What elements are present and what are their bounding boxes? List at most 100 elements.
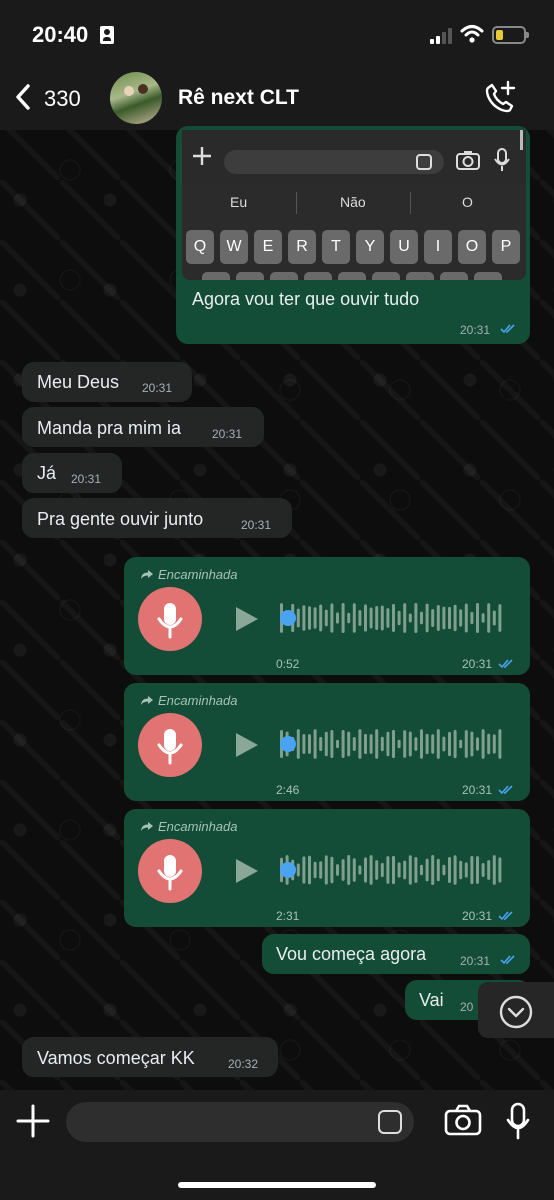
waveform-bar	[324, 609, 328, 627]
waveform-bar	[330, 856, 334, 884]
scroll-to-bottom-button[interactable]	[478, 982, 554, 1038]
contact-card-icon	[100, 26, 114, 44]
status-time: 20:40	[32, 22, 89, 47]
waveform-bar	[492, 855, 496, 885]
waveform-bar	[386, 731, 390, 757]
screenshot-scroll-thumb	[520, 130, 523, 150]
key: Y	[356, 230, 384, 264]
play-icon[interactable]	[236, 733, 258, 757]
waveform-bar	[347, 855, 351, 885]
waveform-bar	[358, 865, 362, 875]
waveform-bar	[330, 729, 334, 759]
waveform-bar	[375, 860, 379, 880]
waveform-bar	[459, 739, 463, 749]
suggestion-3: O	[462, 194, 473, 210]
message-text: Vai	[419, 990, 444, 1010]
waveform-bar	[336, 612, 339, 624]
voice-message[interactable]: Encaminhada 2:31 20:31	[124, 809, 530, 927]
waveform-bar	[487, 860, 491, 880]
read-ticks-icon	[500, 324, 515, 334]
waveform-bar	[313, 607, 317, 629]
play-icon[interactable]	[236, 607, 258, 631]
waveform-bar	[336, 864, 339, 876]
waveform-bar	[319, 604, 323, 632]
waveform-bar	[308, 855, 311, 885]
forward-arrow-icon	[141, 696, 153, 705]
waveform-bar	[397, 739, 401, 749]
waveform-bar	[403, 730, 407, 758]
message-input[interactable]	[66, 1102, 414, 1142]
playback-position-dot[interactable]	[280, 862, 296, 878]
contact-name[interactable]: Rê next CLT	[178, 86, 299, 110]
waveform-bar	[453, 604, 457, 632]
waveform-bar	[453, 855, 457, 885]
waveform[interactable]	[280, 727, 506, 761]
avatar[interactable]	[110, 72, 162, 124]
waveform-bar	[459, 609, 463, 627]
camera-icon[interactable]	[444, 1104, 482, 1136]
playback-position-dot[interactable]	[280, 610, 296, 626]
screenshot-text-field	[224, 150, 444, 174]
key-row-2	[440, 272, 468, 280]
waveform-bar	[296, 863, 300, 877]
waveform-bar	[442, 736, 446, 752]
waveform-bar	[403, 603, 407, 633]
waveform-bar	[498, 604, 502, 632]
waveform-bar	[392, 603, 395, 633]
waveform-bar	[358, 610, 362, 626]
plus-icon[interactable]	[16, 1104, 50, 1138]
waveform-bar	[464, 603, 468, 633]
waveform-bar	[464, 862, 468, 878]
voice-message[interactable]: Encaminhada 2:46 20:31	[124, 683, 530, 801]
waveform-bar	[352, 858, 356, 882]
sticker-icon[interactable]	[378, 1110, 402, 1134]
waveform-bar	[481, 613, 485, 623]
keyboard-screenshot-image[interactable]: Eu Não O Q W E R T Y U I O P	[182, 130, 526, 280]
waveform[interactable]	[280, 601, 506, 635]
screenshot-input-bar	[182, 130, 526, 184]
playback-position-dot[interactable]	[280, 736, 296, 752]
waveform-bar	[492, 610, 496, 626]
waveform-bar	[498, 857, 502, 883]
message-time: 20:31	[142, 381, 173, 395]
waveform-bar	[347, 731, 351, 757]
key: W	[220, 230, 248, 264]
microphone-icon[interactable]	[506, 1102, 530, 1140]
waveform-bar	[481, 862, 485, 878]
suggestion-divider	[296, 192, 297, 214]
waveform-bar	[369, 855, 373, 885]
waveform-bar	[448, 606, 451, 630]
voice-avatar	[138, 587, 202, 651]
forwarded-label: Encaminhada	[141, 819, 238, 834]
waveform-bar	[453, 729, 457, 759]
waveform-bar	[436, 729, 440, 759]
waveform-bar	[375, 605, 379, 631]
waveform[interactable]	[280, 853, 506, 887]
key: E	[254, 230, 282, 264]
plus-icon	[193, 147, 211, 165]
forward-arrow-icon	[141, 822, 153, 831]
cellular-signal-icon	[430, 28, 454, 44]
waveform-bar	[336, 739, 339, 749]
message-time: 20:31	[460, 954, 491, 968]
waveform-bar	[352, 737, 356, 751]
add-call-icon[interactable]	[482, 80, 518, 116]
waveform-bar	[431, 855, 435, 885]
waveform-bar	[442, 864, 446, 876]
forwarded-label: Encaminhada	[141, 693, 238, 708]
waveform-bar	[364, 604, 367, 632]
voice-message[interactable]: Encaminhada 0:52 20:31	[124, 557, 530, 675]
chevron-left-icon[interactable]	[12, 82, 38, 112]
voice-duration: 2:31	[276, 909, 300, 923]
waveform-bar	[352, 603, 356, 633]
waveform-bar	[448, 731, 451, 757]
waveform-bar	[408, 731, 412, 757]
unread-count[interactable]: 330	[44, 86, 81, 112]
read-ticks-icon	[498, 911, 513, 921]
key: U	[390, 230, 418, 264]
play-icon[interactable]	[236, 859, 258, 883]
key-row-2	[338, 272, 366, 280]
forwarded-text: Encaminhada	[158, 567, 238, 582]
waveform-bar	[420, 864, 423, 876]
waveform-bar	[431, 734, 435, 754]
